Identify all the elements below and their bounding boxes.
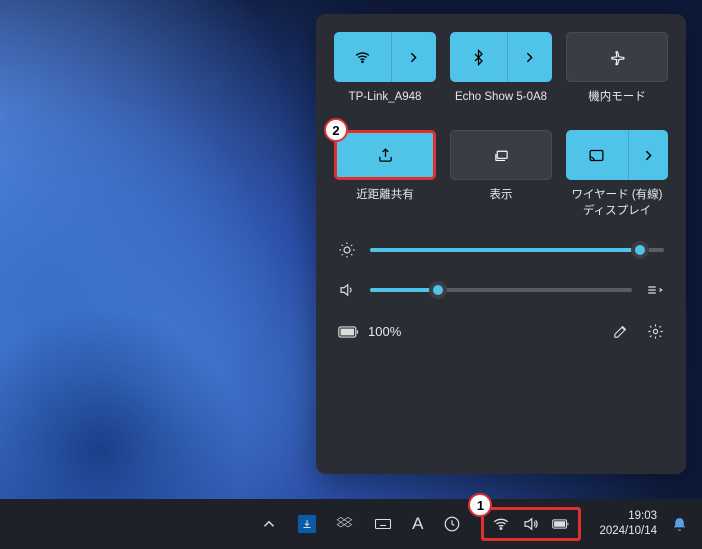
brightness-row [334, 241, 668, 259]
tiles-grid: TP-Link_A948 Echo Show 5-0A8 機内モード 2 近距離… [334, 32, 668, 219]
battery-tray-icon [552, 515, 570, 533]
cast-tile[interactable] [566, 130, 668, 180]
wifi-label: TP-Link_A948 [349, 90, 422, 120]
dropbox-icon[interactable] [336, 515, 354, 533]
battery-icon [338, 324, 360, 340]
airplane-tile[interactable] [566, 32, 668, 82]
clock-icon[interactable] [443, 515, 461, 533]
brightness-slider[interactable] [370, 248, 664, 252]
cast-icon [588, 147, 605, 164]
project-label: 表示 [490, 188, 513, 218]
edit-icon[interactable] [612, 323, 629, 340]
chevron-right-icon [405, 49, 422, 66]
bluetooth-icon [470, 49, 487, 66]
volume-icon [338, 281, 356, 299]
volume-output-icon[interactable] [646, 281, 664, 299]
tray-chevron-icon[interactable] [260, 515, 278, 533]
bluetooth-label: Echo Show 5-0A8 [455, 90, 547, 120]
nearby-share-tile[interactable] [334, 130, 436, 180]
panel-footer: 100% [334, 323, 668, 340]
airplane-icon [609, 49, 626, 66]
project-tile[interactable] [450, 130, 552, 180]
clock-time: 19:03 [599, 509, 657, 524]
quick-settings-panel: TP-Link_A948 Echo Show 5-0A8 機内モード 2 近距離… [316, 14, 686, 474]
keyboard-icon[interactable] [374, 515, 392, 533]
project-icon [493, 147, 510, 164]
airplane-label: 機内モード [588, 90, 646, 120]
volume-tray-icon [522, 515, 540, 533]
notification-bell-icon[interactable] [671, 516, 688, 533]
clock-date: 2024/10/14 [599, 524, 657, 539]
cast-label: ワイヤード (有線) ディスプレイ [571, 188, 662, 219]
volume-row [334, 281, 668, 299]
chevron-right-icon [640, 147, 657, 164]
ime-icon[interactable]: A [412, 514, 423, 534]
annotation-badge-2: 2 [324, 118, 348, 142]
brightness-icon [338, 241, 356, 259]
wifi-tile[interactable] [334, 32, 436, 82]
clock-area[interactable]: 19:03 2024/10/14 [599, 509, 657, 539]
chevron-right-icon [521, 49, 538, 66]
volume-slider[interactable] [370, 288, 632, 292]
taskbar: A 1 19:03 2024/10/14 [0, 499, 702, 549]
tray-area: A 1 [260, 507, 581, 541]
wifi-tray-icon [492, 515, 510, 533]
battery-percent: 100% [368, 324, 401, 339]
settings-icon[interactable] [647, 323, 664, 340]
annotation-badge-1: 1 [468, 493, 492, 517]
download-icon[interactable] [298, 515, 316, 533]
nearby-share-label: 近距離共有 [356, 188, 414, 218]
wifi-icon [354, 49, 371, 66]
system-tray[interactable]: 1 [481, 507, 581, 541]
share-icon [377, 147, 394, 164]
bluetooth-tile[interactable] [450, 32, 552, 82]
battery-status[interactable]: 100% [338, 324, 401, 340]
